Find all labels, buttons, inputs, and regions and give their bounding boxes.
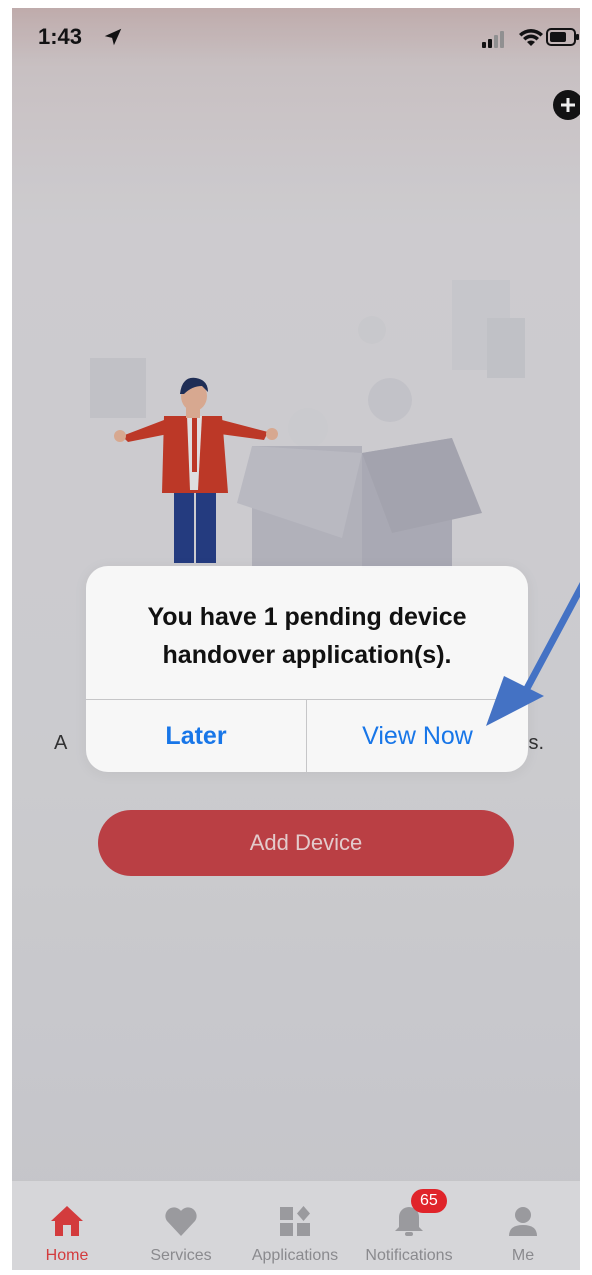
tab-home-label: Home bbox=[45, 1247, 89, 1264]
home-icon bbox=[51, 1206, 83, 1236]
alert-message-line-1: You have 1 pending device bbox=[147, 603, 467, 631]
later-button[interactable]: Later bbox=[86, 700, 306, 772]
alert-message-line-2: handover application(s). bbox=[162, 641, 452, 669]
tab-notifications-label: Notifications bbox=[365, 1247, 453, 1264]
alert-dialog: You have 1 pending device handover appli… bbox=[86, 566, 528, 772]
tab-bar: Home Services Applications 65 Notificati… bbox=[12, 1180, 580, 1270]
tab-me-label: Me bbox=[511, 1247, 535, 1264]
annotation-arrow-icon bbox=[486, 582, 580, 726]
alert-message: You have 1 pending device handover appli… bbox=[86, 598, 528, 674]
tab-notifications[interactable]: 65 Notifications bbox=[354, 1181, 464, 1270]
phone-screen: 1:43 A s. Add Device You have 1 pending … bbox=[12, 8, 580, 1270]
tab-services[interactable]: Services bbox=[126, 1181, 236, 1270]
tab-services-label: Services bbox=[150, 1247, 212, 1264]
apps-icon bbox=[280, 1206, 310, 1236]
tab-applications-label: Applications bbox=[251, 1247, 339, 1264]
heart-icon bbox=[165, 1207, 197, 1236]
notification-badge: 65 bbox=[411, 1189, 447, 1213]
tab-home[interactable]: Home bbox=[12, 1181, 122, 1270]
tab-me[interactable]: Me bbox=[468, 1181, 578, 1270]
tab-applications[interactable]: Applications bbox=[240, 1181, 350, 1270]
person-icon bbox=[509, 1207, 537, 1236]
